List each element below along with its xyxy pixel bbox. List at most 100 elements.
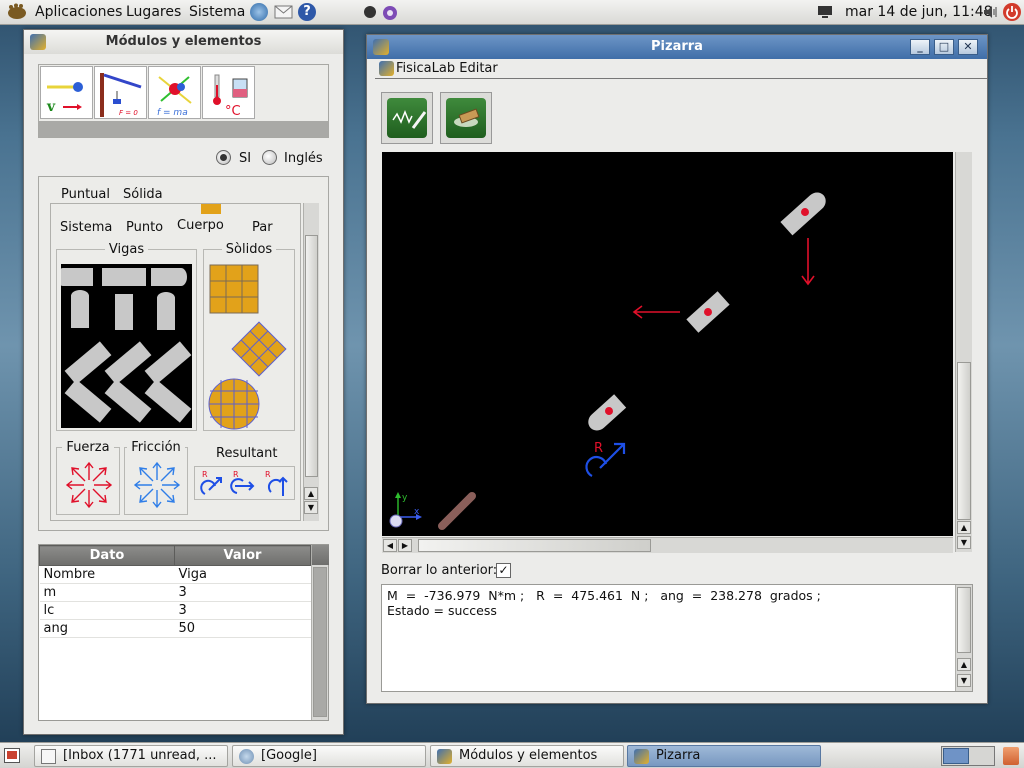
prop-value[interactable]: 50 bbox=[174, 619, 311, 638]
element-cuerpo-label[interactable]: Cuerpo bbox=[177, 218, 224, 233]
beam-element-3[interactable] bbox=[584, 394, 627, 434]
minimize-button[interactable]: _ bbox=[910, 39, 930, 55]
beam-vertical-left[interactable] bbox=[71, 290, 89, 328]
beam-element-1[interactable] bbox=[780, 189, 829, 236]
network-tool-icon[interactable] bbox=[360, 2, 404, 22]
palette-scroll-down[interactable]: ▼ bbox=[304, 501, 318, 514]
properties-scroll-thumb[interactable] bbox=[313, 567, 327, 717]
beam-diagonal-3[interactable] bbox=[144, 341, 192, 385]
canvas-hscroll-thumb[interactable] bbox=[418, 539, 651, 552]
table-row[interactable]: m 3 bbox=[39, 583, 311, 602]
output-scrollbar[interactable]: ▲ ▼ bbox=[955, 585, 972, 691]
menu-lugares[interactable]: Lugares bbox=[126, 4, 181, 20]
workspace-switcher[interactable] bbox=[941, 746, 995, 766]
beam-diagonal-6[interactable] bbox=[144, 379, 192, 423]
blackboard-canvas[interactable]: R y x bbox=[382, 152, 953, 536]
shutdown-icon[interactable] bbox=[1003, 3, 1021, 21]
canvas-vscrollbar[interactable]: ▲ ▼ bbox=[955, 152, 972, 552]
properties-scrollbar[interactable] bbox=[311, 545, 329, 720]
task-pizarra[interactable]: Pizarra bbox=[627, 745, 821, 767]
foot-logo-icon[interactable] bbox=[6, 3, 28, 21]
modules-titlebar[interactable]: Módulos y elementos bbox=[24, 30, 343, 54]
canvas-scroll-down[interactable]: ▼ bbox=[957, 536, 971, 549]
results-output[interactable]: M = -736.979 N*m ; R = 475.461 N ; ang =… bbox=[381, 584, 973, 692]
toolbar-scroll-track[interactable] bbox=[39, 121, 328, 137]
menu-aplicaciones[interactable]: Aplicaciones bbox=[35, 4, 122, 20]
palette-scroll-thumb[interactable] bbox=[305, 235, 318, 477]
solve-button[interactable] bbox=[381, 92, 433, 144]
tab-puntual[interactable]: Puntual bbox=[61, 187, 110, 202]
erase-button[interactable] bbox=[440, 92, 492, 144]
beam-horizontal-center[interactable] bbox=[102, 268, 146, 286]
col-dato-header[interactable]: Dato bbox=[39, 545, 175, 566]
canvas-scroll-right[interactable]: ▶ bbox=[398, 539, 412, 552]
unit-si-label[interactable]: SI bbox=[239, 151, 251, 166]
dynamics-tool-button[interactable]: f = ma bbox=[148, 66, 201, 119]
element-par-label[interactable]: Par bbox=[252, 220, 273, 235]
unit-ingles-label[interactable]: Inglés bbox=[284, 151, 323, 166]
friction-arrows-icon[interactable] bbox=[129, 458, 185, 512]
trash-icon[interactable] bbox=[1003, 747, 1019, 765]
rod-element[interactable] bbox=[438, 492, 476, 530]
close-button[interactable]: ✕ bbox=[958, 39, 978, 55]
task-inbox[interactable]: [Inbox (1771 unread, ... bbox=[34, 745, 228, 767]
task-modulos[interactable]: Módulos y elementos bbox=[430, 745, 624, 767]
force-arrow-down[interactable] bbox=[801, 238, 815, 286]
canvas-vscroll-thumb[interactable] bbox=[957, 362, 971, 520]
clock[interactable]: mar 14 de jun, 11:48 bbox=[845, 4, 993, 20]
thermo-tool-button[interactable]: °C bbox=[202, 66, 255, 119]
help-icon[interactable]: ? bbox=[298, 3, 316, 21]
element-punto-label[interactable]: Punto bbox=[126, 220, 163, 235]
resultant-icons[interactable]: RRR bbox=[197, 468, 293, 499]
reference-axes[interactable]: y x bbox=[389, 492, 422, 528]
solid-circle[interactable] bbox=[208, 378, 260, 430]
monitor-icon[interactable] bbox=[817, 5, 833, 19]
col-valor-header[interactable]: Valor bbox=[174, 545, 311, 566]
resultant-symbol[interactable] bbox=[585, 442, 626, 477]
unit-ingles-radio[interactable] bbox=[262, 150, 277, 165]
canvas-scroll-up[interactable]: ▲ bbox=[957, 521, 971, 534]
menu-fisicalab-editar[interactable]: FisicaLab Editar bbox=[396, 61, 498, 76]
beam-horizontal-right[interactable] bbox=[151, 268, 187, 286]
unit-si-radio[interactable] bbox=[216, 150, 231, 165]
browser-launcher-icon[interactable] bbox=[250, 3, 268, 21]
beam-diagonal-1[interactable] bbox=[64, 341, 112, 385]
output-scroll-thumb[interactable] bbox=[957, 587, 971, 653]
canvas-scroll-left[interactable]: ◀ bbox=[383, 539, 397, 552]
tab-solida[interactable]: Sólida bbox=[123, 187, 163, 202]
mail-launcher-icon[interactable] bbox=[274, 4, 293, 20]
force-arrows-icon[interactable] bbox=[61, 458, 117, 512]
table-row[interactable]: lc 3 bbox=[39, 601, 311, 620]
prop-value[interactable]: Viga bbox=[174, 565, 311, 584]
vigas-palette[interactable] bbox=[57, 264, 192, 428]
beam-vertical-center[interactable] bbox=[115, 294, 133, 330]
maximize-button[interactable]: □ bbox=[934, 39, 954, 55]
beam-horizontal-left[interactable] bbox=[57, 268, 93, 286]
beam-diagonal-2[interactable] bbox=[104, 341, 152, 385]
solid-square[interactable] bbox=[209, 264, 259, 314]
solid-diamond[interactable] bbox=[231, 321, 287, 377]
menu-sistema[interactable]: Sistema bbox=[189, 4, 245, 20]
volume-icon[interactable] bbox=[983, 5, 999, 19]
statics-tool-button[interactable]: F = 0 bbox=[94, 66, 147, 119]
palette-scroll-up[interactable]: ▲ bbox=[304, 487, 318, 500]
beam-element-2[interactable] bbox=[686, 291, 730, 333]
table-row[interactable]: ang 50 bbox=[39, 619, 311, 638]
prop-value[interactable]: 3 bbox=[174, 601, 311, 620]
beam-vertical-right[interactable] bbox=[157, 292, 175, 330]
show-desktop-icon[interactable] bbox=[4, 748, 20, 763]
element-sistema-label[interactable]: Sistema bbox=[60, 220, 112, 235]
table-row[interactable]: Nombre Viga bbox=[39, 565, 311, 584]
output-scroll-down[interactable]: ▼ bbox=[957, 674, 971, 687]
kinematics-tool-button[interactable]: v bbox=[40, 66, 93, 119]
prop-value[interactable]: 3 bbox=[174, 583, 311, 602]
canvas-hscrollbar[interactable]: ◀ ▶ bbox=[382, 537, 953, 553]
beam-diagonal-5[interactable] bbox=[104, 379, 152, 423]
borrar-checkbox[interactable]: ✓ bbox=[496, 563, 511, 578]
task-google[interactable]: [Google] bbox=[232, 745, 426, 767]
beam-diagonal-4[interactable] bbox=[64, 379, 112, 423]
force-arrow-left[interactable] bbox=[632, 305, 680, 319]
resultant-group[interactable]: RRR bbox=[194, 466, 295, 500]
output-scroll-up[interactable]: ▲ bbox=[957, 658, 971, 671]
palette-scrollbar[interactable]: ▲ ▼ bbox=[303, 203, 319, 521]
